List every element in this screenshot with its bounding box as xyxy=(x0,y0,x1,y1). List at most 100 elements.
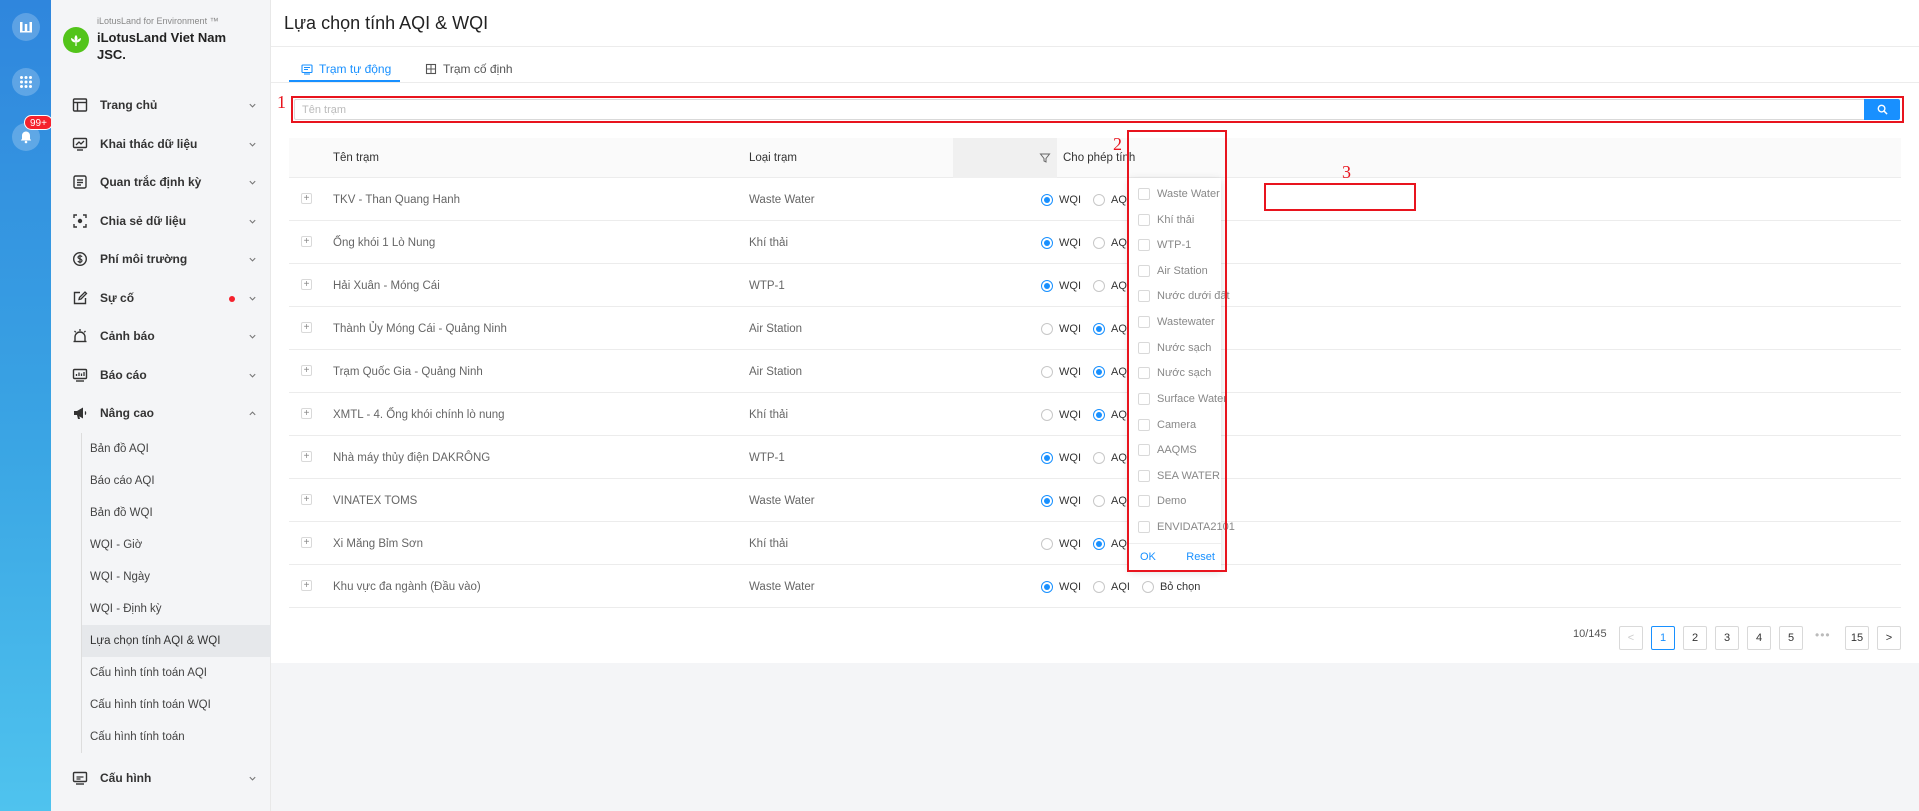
radio-aqi[interactable]: AQI xyxy=(1093,365,1130,378)
pagination-page[interactable]: 1 xyxy=(1651,626,1675,650)
brand[interactable]: iLotusLand for Environment ™ iLotusLand … xyxy=(63,14,263,66)
tab-auto-stations[interactable]: Trạm tự động xyxy=(301,56,391,82)
pagination-page[interactable]: 5 xyxy=(1779,626,1803,650)
menu-item-advanced[interactable]: Nâng cao xyxy=(51,394,271,433)
expand-row-button[interactable]: + xyxy=(301,236,312,247)
radio-wqi[interactable]: WQI xyxy=(1041,193,1081,206)
menu-label: Báo cáo xyxy=(100,367,147,382)
annotation-box-filter xyxy=(1127,130,1227,572)
table-row: + Xi Măng Bỉm Sơn Khí thải WQI AQI Bỏ ch… xyxy=(289,522,1901,565)
radio-wqi[interactable]: WQI xyxy=(1041,236,1081,249)
expand-row-button[interactable]: + xyxy=(301,494,312,505)
apps-grid-icon[interactable] xyxy=(12,68,40,96)
station-name: Xi Măng Bỉm Sơn xyxy=(333,537,423,550)
expand-row-button[interactable]: + xyxy=(301,365,312,376)
chevron-up-icon xyxy=(249,411,256,416)
menu-label: Quan trắc định kỳ xyxy=(100,175,202,190)
table-row: + Trạm Quốc Gia - Quảng Ninh Air Station… xyxy=(289,350,1901,393)
radio-wqi[interactable]: WQI xyxy=(1041,451,1081,464)
submenu-item-aqi-config[interactable]: Cấu hình tính toán AQI xyxy=(82,657,271,689)
submenu-item-calc-config[interactable]: Cấu hình tính toán xyxy=(82,721,271,753)
menu-item-reports[interactable]: Báo cáo xyxy=(51,356,271,395)
chevron-down-icon xyxy=(249,103,256,108)
submenu-item-wqi-map[interactable]: Bản đồ WQI xyxy=(82,497,271,529)
radio-aqi[interactable]: AQI xyxy=(1093,537,1130,550)
expand-row-button[interactable]: + xyxy=(301,580,312,591)
tab-label: Trạm cố định xyxy=(443,62,513,76)
radio-aqi[interactable]: AQI xyxy=(1093,236,1130,249)
menu-item-config[interactable]: Cấu hình xyxy=(51,759,271,798)
menu-label: Chia sẻ dữ liệu xyxy=(100,213,187,228)
table-row: + Thành Ủy Móng Cái - Quảng Ninh Air Sta… xyxy=(289,307,1901,350)
table-row: + Khu vực đa ngành (Đầu vào) Waste Water… xyxy=(289,565,1901,608)
radio-wqi[interactable]: WQI xyxy=(1041,322,1081,335)
radio-wqi[interactable]: WQI xyxy=(1041,580,1081,593)
submenu-item-wqi-day[interactable]: WQI - Ngày xyxy=(82,561,271,593)
radio-aqi[interactable]: AQI xyxy=(1093,279,1130,292)
submenu-item-aqi-report[interactable]: Báo cáo AQI xyxy=(82,465,271,497)
tab-fixed-stations[interactable]: Trạm cố định xyxy=(425,56,513,82)
pagination-next-button[interactable]: > xyxy=(1877,626,1901,650)
chevron-down-icon xyxy=(249,296,256,301)
pagination-page-last[interactable]: 15 xyxy=(1845,626,1869,650)
share-focus-icon xyxy=(71,212,89,230)
radio-aqi[interactable]: AQI xyxy=(1093,193,1130,206)
station-type: Waste Water xyxy=(749,580,815,593)
station-list-icon xyxy=(301,64,313,75)
radio-aqi[interactable]: AQI xyxy=(1093,580,1130,593)
chevron-down-icon xyxy=(249,373,256,378)
menu-item-data-mining[interactable]: Khai thác dữ liệu xyxy=(51,125,271,164)
table-row: + Ống khói 1 Lò Nung Khí thải WQI AQI Bỏ… xyxy=(289,221,1901,264)
radio-wqi[interactable]: WQI xyxy=(1041,494,1081,507)
pagination-page[interactable]: 3 xyxy=(1715,626,1739,650)
pagination-ellipsis[interactable]: ••• xyxy=(1815,628,1831,642)
column-header-station-name: Tên trạm xyxy=(333,152,380,164)
radio-wqi[interactable]: WQI xyxy=(1041,537,1081,550)
annotation-number: 2 xyxy=(1113,134,1122,154)
menu-item-environment-fee[interactable]: Phí môi trường xyxy=(51,240,271,279)
menu-item-data-sharing[interactable]: Chia sẻ dữ liệu xyxy=(51,202,271,241)
station-type: Khí thải xyxy=(749,408,788,421)
radio-aqi[interactable]: AQI xyxy=(1093,494,1130,507)
menu-item-incident[interactable]: Sự cố xyxy=(51,279,271,318)
logo-icon[interactable] xyxy=(12,13,40,41)
expand-row-button[interactable]: + xyxy=(301,322,312,333)
radio-aqi[interactable]: AQI xyxy=(1093,322,1130,335)
submenu-item-aqi-map[interactable]: Bản đồ AQI xyxy=(82,433,271,465)
submenu-item-wqi-hour[interactable]: WQI - Giờ xyxy=(82,529,271,561)
radio-none[interactable]: Bỏ chọn xyxy=(1141,580,1200,593)
menu-item-alerts[interactable]: Cảnh báo xyxy=(51,317,271,356)
megaphone-icon xyxy=(71,404,89,422)
radio-aqi[interactable]: AQI xyxy=(1093,408,1130,421)
radio-wqi[interactable]: WQI xyxy=(1041,365,1081,378)
header-divider xyxy=(271,46,1919,47)
menu-item-periodic-monitoring[interactable]: Quan trắc định kỳ xyxy=(51,163,271,202)
expand-row-button[interactable]: + xyxy=(301,279,312,290)
home-layout-icon xyxy=(71,96,89,114)
menu-item-home[interactable]: Trang chủ xyxy=(51,86,271,125)
pagination-prev-button[interactable]: < xyxy=(1619,626,1643,650)
radio-wqi[interactable]: WQI xyxy=(1041,279,1081,292)
submenu-item-aqi-wqi-selection[interactable]: Lựa chọn tính AQI & WQI xyxy=(82,624,271,657)
submenu-item-wqi-periodic[interactable]: WQI - Định kỳ xyxy=(82,593,271,625)
chevron-down-icon xyxy=(249,776,256,781)
filter-icon[interactable] xyxy=(1039,152,1051,164)
sidebar: iLotusLand for Environment ™ iLotusLand … xyxy=(51,0,271,811)
report-icon xyxy=(71,366,89,384)
pagination-page[interactable]: 2 xyxy=(1683,626,1707,650)
annotation-box-radios xyxy=(1264,183,1416,211)
expand-row-button[interactable]: + xyxy=(301,451,312,462)
submenu-item-wqi-config[interactable]: Cấu hình tính toán WQI xyxy=(82,689,271,721)
radio-wqi[interactable]: WQI xyxy=(1041,408,1081,421)
expand-row-button[interactable]: + xyxy=(301,193,312,204)
incident-status-dot xyxy=(229,295,235,302)
column-header-allow-calc: Cho phép tính xyxy=(1063,152,1136,164)
radio-aqi[interactable]: AQI xyxy=(1093,451,1130,464)
brand-name: iLotusLand Viet Nam JSC. xyxy=(97,30,227,62)
annotation-number: 3 xyxy=(1342,162,1351,182)
pagination-page[interactable]: 4 xyxy=(1747,626,1771,650)
expand-row-button[interactable]: + xyxy=(301,408,312,419)
station-name: Trạm Quốc Gia - Quảng Ninh xyxy=(333,365,483,378)
expand-row-button[interactable]: + xyxy=(301,537,312,548)
fixed-station-icon xyxy=(425,63,437,75)
